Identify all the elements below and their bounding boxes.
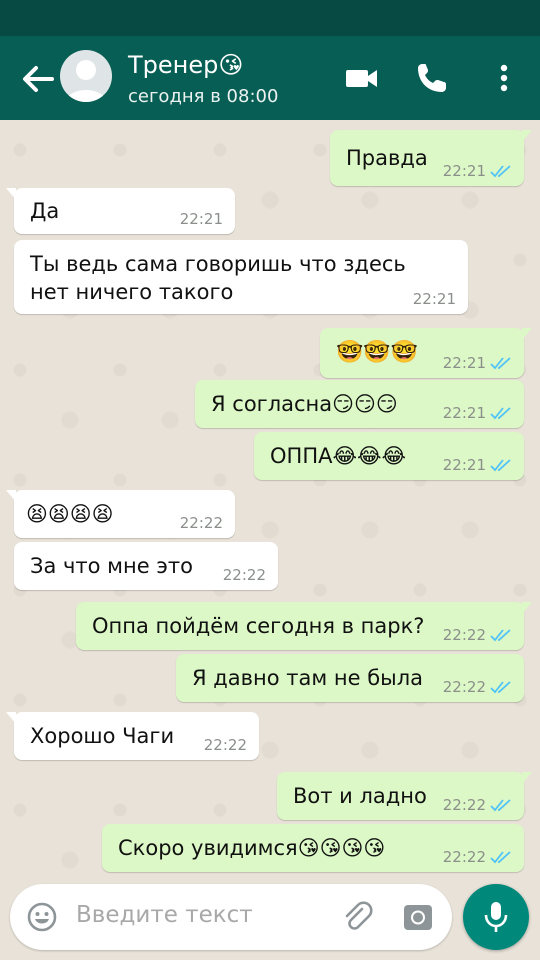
message-time: 22:22 (442, 796, 486, 814)
message-composer: Введите текст (10, 884, 452, 950)
message-list[interactable]: Правда 22:21 Да 22:21 Ты ведь сама говор… (0, 120, 540, 878)
read-ticks-icon (490, 407, 511, 420)
message-meta: 22:22 (443, 678, 512, 696)
back-arrow-icon[interactable] (18, 62, 58, 96)
outgoing-message[interactable]: Вот и ладно 22:22 (277, 772, 532, 820)
message-time: 22:21 (442, 456, 486, 474)
message-text: Вот и ладно (293, 784, 427, 808)
outgoing-message[interactable]: Я давно там не была 22:22 (176, 654, 524, 702)
incoming-message[interactable]: Да 22:21 (6, 188, 235, 234)
mic-button[interactable] (463, 884, 529, 950)
avatar[interactable] (60, 50, 112, 102)
message-text: Я согласна😏😏😏 (211, 392, 398, 416)
default-avatar-icon (66, 60, 106, 102)
status-bar (0, 0, 540, 36)
message-time: 22:21 (412, 290, 456, 308)
attach-icon[interactable] (340, 900, 374, 934)
bubble-tail (6, 188, 16, 200)
message-text: Хорошо Чаги (30, 724, 175, 748)
message-meta: 22:21 (443, 162, 512, 180)
bubble-tail (6, 490, 16, 502)
message-time: 22:22 (222, 566, 266, 584)
bubble-tail (6, 712, 16, 724)
more-vert-icon[interactable] (484, 58, 524, 98)
message-text: Оппа пойдём сегодня в парк? (92, 614, 425, 638)
message-meta: 22:21 (443, 404, 512, 422)
message-text: Я давно там не была (192, 666, 424, 690)
message-meta: 22:22 (180, 514, 223, 532)
read-ticks-icon (490, 165, 511, 178)
camera-icon[interactable] (402, 901, 434, 933)
message-meta: 22:21 (413, 290, 456, 308)
message-meta: 22:22 (223, 566, 266, 584)
read-ticks-icon (490, 629, 511, 642)
outgoing-message[interactable]: 🤓🤓🤓 22:21 (320, 328, 532, 378)
bubble-tail (522, 602, 532, 614)
message-text: Да (30, 199, 60, 223)
emoji-icon[interactable] (26, 901, 58, 933)
read-ticks-icon (490, 681, 511, 694)
message-meta: 22:21 (180, 210, 223, 228)
message-time: 22:21 (442, 404, 486, 422)
message-text: 😫😫😫😫 (26, 502, 114, 526)
contact-name[interactable]: Тренер😘 (128, 50, 243, 80)
mic-icon (484, 902, 508, 932)
read-ticks-icon (490, 357, 511, 370)
message-time: 22:22 (442, 848, 486, 866)
bubble-tail (522, 772, 532, 784)
message-text: Скоро увидимся😘😘😘😘 (118, 836, 386, 860)
message-time: 22:21 (442, 162, 486, 180)
message-time: 22:22 (179, 514, 223, 532)
message-time: 22:22 (442, 626, 486, 644)
message-meta: 22:22 (443, 626, 512, 644)
message-time: 22:21 (442, 354, 486, 372)
outgoing-message[interactable]: Скоро увидимся😘😘😘😘 22:22 (102, 824, 524, 872)
outgoing-message[interactable]: Правда 22:21 (330, 130, 532, 186)
read-ticks-icon (490, 459, 511, 472)
outgoing-message[interactable]: Оппа пойдём сегодня в парк? 22:22 (76, 602, 532, 650)
bubble-tail (522, 328, 532, 340)
incoming-message[interactable]: Ты ведь сама говоришь что здесь нет ниче… (14, 240, 468, 314)
message-text: Ты ведь сама говоришь что здесь нет ниче… (30, 252, 406, 304)
message-text: ОППА😂😂😂 (270, 444, 407, 468)
incoming-message[interactable]: Хорошо Чаги 22:22 (6, 712, 259, 760)
bubble-tail (522, 130, 532, 142)
outgoing-message[interactable]: ОППА😂😂😂 22:21 (254, 432, 524, 480)
message-time: 22:22 (442, 678, 486, 696)
message-text: 🤓🤓🤓 (336, 340, 419, 365)
message-meta: 22:21 (443, 456, 512, 474)
incoming-message[interactable]: За что мне это 22:22 (14, 542, 278, 590)
message-text: Правда (346, 146, 428, 170)
chat-header: Тренер😘 сегодня в 08:00 (0, 36, 540, 120)
phone-icon[interactable] (412, 58, 452, 98)
message-meta: 22:22 (443, 796, 512, 814)
message-input[interactable]: Введите текст (76, 902, 253, 928)
message-time: 22:21 (179, 210, 223, 228)
message-meta: 22:22 (204, 736, 247, 754)
read-ticks-icon (490, 799, 511, 812)
message-meta: 22:22 (443, 848, 512, 866)
read-ticks-icon (490, 851, 511, 864)
last-seen: сегодня в 08:00 (128, 86, 279, 107)
incoming-message[interactable]: 😫😫😫😫 22:22 (6, 490, 235, 538)
message-text: За что мне это (30, 554, 193, 578)
message-time: 22:22 (203, 736, 247, 754)
message-meta: 22:21 (443, 354, 512, 372)
outgoing-message[interactable]: Я согласна😏😏😏 22:21 (195, 380, 524, 428)
video-call-icon[interactable] (342, 58, 382, 98)
